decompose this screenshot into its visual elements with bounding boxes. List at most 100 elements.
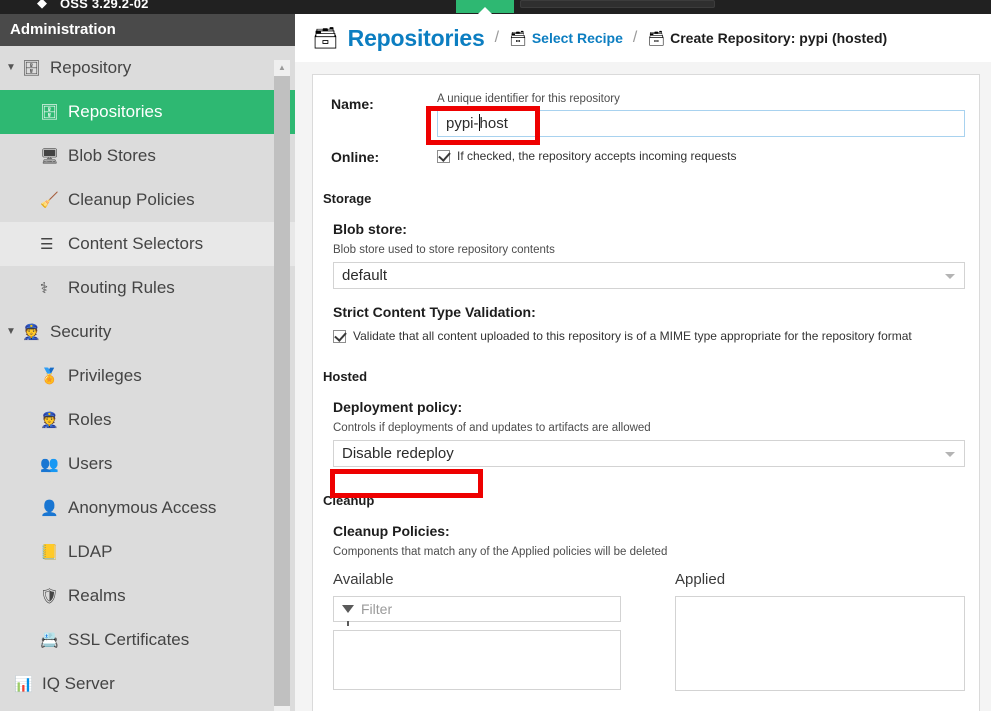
funnel-icon [342, 605, 354, 626]
available-column: Available Filter [333, 571, 649, 691]
active-nav-tab-indicator[interactable] [456, 0, 514, 14]
sidebar-title: Administration [0, 14, 295, 46]
deployment-policy-label: Deployment policy: [333, 399, 463, 415]
scroll-up-icon[interactable]: ▲ [274, 60, 290, 76]
sidebar-item-label: Routing Rules [68, 278, 175, 297]
main-content: 🗃 Repositories / 🗃 Select Recipe / 🗃 Cre… [295, 14, 991, 711]
layers-icon: ☰ [40, 235, 54, 253]
sidebar-item-repository[interactable]: ▼ 🗄 Repository [0, 46, 295, 90]
create-repository-form-card: Name: A unique identifier for this repos… [312, 74, 980, 711]
person-icon: 👤 [40, 499, 59, 517]
chevron-down-icon [945, 274, 955, 279]
name-input[interactable]: pypi-host [437, 110, 965, 137]
sidebar-item-label: Privileges [68, 366, 142, 385]
blob-store-selected-value: default [342, 267, 388, 284]
name-help-text: A unique identifier for this repository [437, 93, 620, 105]
cleanup-policies-label: Cleanup Policies: [333, 523, 450, 539]
breadcrumb-current-page: Create Repository: pypi (hosted) [670, 30, 888, 46]
sidebar-item-roles[interactable]: 👮 Roles [0, 398, 295, 442]
sidebar-item-repositories[interactable]: 🗄 Repositories [0, 90, 295, 134]
sidebar-item-label: Anonymous Access [68, 498, 217, 517]
sidebar-item-anonymous-access[interactable]: 👤 Anonymous Access [0, 486, 295, 530]
strict-content-type-text: Validate that all content uploaded to th… [353, 329, 912, 343]
sidebar-item-users[interactable]: 👥 Users [0, 442, 295, 486]
sidebar-item-routing-rules[interactable]: ⚕ Routing Rules [0, 266, 295, 310]
online-checkbox-text: If checked, the repository accepts incom… [457, 149, 737, 163]
broom-icon: 🧹 [40, 191, 59, 209]
blob-store-help-text: Blob store used to store repository cont… [333, 244, 555, 256]
signpost-icon: ⚕ [40, 279, 49, 297]
sidebar-item-ssl-certificates[interactable]: 📇 SSL Certificates [0, 618, 295, 662]
database-icon: 🗃 [312, 26, 339, 50]
sidebar-item-label: Content Selectors [68, 234, 204, 253]
sidebar-item-iq-server[interactable]: 📊 IQ Server [0, 662, 295, 706]
sidebar-nav-list: ▼ 🗄 Repository 🗄 Repositories 🖥 Blob Stores 🧹 Cl… [0, 46, 295, 711]
database-icon: 🗃 [509, 30, 527, 46]
deployment-policy-help-text: Controls if deployments of and updates t… [333, 422, 651, 434]
deployment-policy-select[interactable]: Disable redeploy [333, 440, 965, 467]
certificate-icon: 📇 [40, 631, 59, 649]
police-hat-icon: 👮 [22, 323, 41, 341]
breadcrumb: 🗃 Repositories / 🗃 Select Recipe / 🗃 Cre… [295, 14, 991, 62]
database-icon: 🗄 [22, 59, 42, 77]
box-icon: ◆ [37, 0, 47, 10]
sidebar-item-realms[interactable]: 🛡 Realms [0, 574, 295, 618]
sidebar-item-label: Repositories [68, 102, 163, 121]
strict-content-type-label: Strict Content Type Validation: [333, 304, 536, 320]
sidebar-item-label: Roles [68, 410, 112, 429]
cleanup-policies-help-text: Components that match any of the Applied… [333, 546, 668, 558]
deployment-policy-selected-value: Disable redeploy [342, 445, 454, 462]
sidebar-item-cleanup-policies[interactable]: 🧹 Cleanup Policies [0, 178, 295, 222]
sidebar-item-label: LDAP [68, 542, 113, 561]
name-field-row: Name: A unique identifier for this repos… [313, 93, 979, 137]
blobstore-icon: 🖥 [40, 147, 60, 165]
online-label: Online: [331, 149, 380, 165]
breadcrumb-separator: / [632, 29, 638, 46]
sidebar-item-label: Users [68, 454, 113, 473]
sidebar-item-label: Cleanup Policies [68, 190, 195, 209]
blob-store-select[interactable]: default [333, 262, 965, 289]
available-filter-placeholder: Filter [361, 601, 393, 617]
breadcrumb-root-link[interactable]: Repositories [348, 25, 485, 52]
medal-icon: 🏅 [40, 367, 59, 385]
cleanup-section-title: Cleanup [323, 493, 375, 508]
chevron-down-icon[interactable]: ▼ [6, 63, 22, 73]
name-input-value-rest: host [479, 115, 508, 132]
address-book-icon: 📒 [40, 543, 59, 561]
strict-content-type-checkbox[interactable] [333, 329, 346, 343]
users-icon: 👥 [40, 455, 59, 473]
name-input-value: pypi- [446, 115, 479, 132]
applied-header: Applied [675, 571, 726, 588]
applied-column: Applied [649, 571, 965, 691]
chevron-down-icon[interactable]: ▼ [6, 327, 22, 337]
breadcrumb-select-recipe-link[interactable]: Select Recipe [532, 30, 623, 46]
applied-policies-list[interactable] [675, 596, 965, 691]
sidebar-item-security[interactable]: ▼ 👮 Security [0, 310, 295, 354]
available-policies-list[interactable] [333, 630, 621, 690]
available-header: Available [333, 571, 394, 588]
sidebar-item-content-selectors[interactable]: ☰ Content Selectors [0, 222, 295, 266]
sidebar-item-label: Repository [50, 58, 132, 77]
top-app-bar: ◆ OSS 3.29.2-02 [0, 0, 991, 14]
application-window: ◆ OSS 3.29.2-02 Administration ▼ 🗄 Reposit… [0, 0, 991, 711]
blob-store-label: Blob store: [333, 221, 407, 237]
admin-sidebar: Administration ▼ 🗄 Repository 🗄 Repositories… [0, 14, 295, 711]
sidebar-item-blob-stores[interactable]: 🖥 Blob Stores [0, 134, 295, 178]
breadcrumb-separator: / [494, 29, 500, 46]
cleanup-policies-dual-list: Available Filter Applied [313, 571, 979, 691]
chevron-down-icon [945, 452, 955, 457]
available-filter-input[interactable]: Filter [333, 596, 621, 626]
sidebar-item-label: Security [50, 322, 112, 341]
officer-icon: 👮 [40, 411, 59, 429]
sidebar-item-privileges[interactable]: 🏅 Privileges [0, 354, 295, 398]
global-search-input[interactable] [520, 0, 715, 8]
sidebar-scrollbar-thumb[interactable] [274, 76, 290, 706]
online-checkbox[interactable] [437, 149, 450, 163]
sidebar-item-label: Realms [68, 586, 126, 605]
name-label: Name: [331, 96, 374, 112]
sidebar-item-label: IQ Server [42, 674, 115, 693]
sidebar-item-ldap[interactable]: 📒 LDAP [0, 530, 295, 574]
hosted-section-title: Hosted [323, 369, 368, 384]
sidebar-item-label: Blob Stores [68, 146, 156, 165]
iq-icon: 📊 [14, 675, 33, 693]
